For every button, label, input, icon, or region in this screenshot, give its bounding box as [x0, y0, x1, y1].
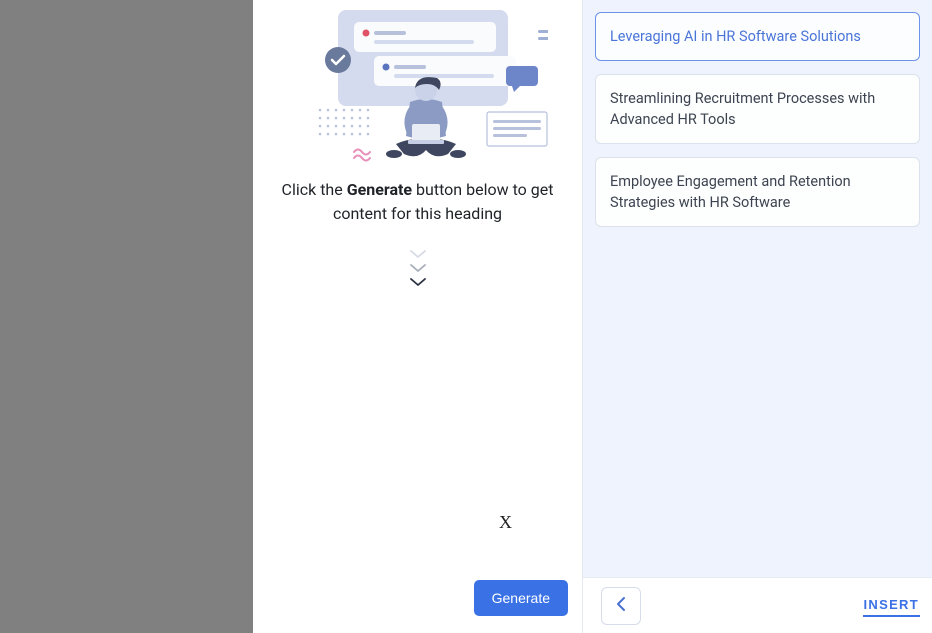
empty-state-hint: Click the Generate button below to get c…	[253, 178, 582, 226]
chevron-down-icon	[408, 248, 428, 260]
left-sidebar-shadow	[0, 0, 253, 633]
scroll-down-indicator	[408, 248, 428, 288]
topic-list: Leveraging AI in HR Software Solutions S…	[583, 0, 932, 227]
x-mark: X	[499, 512, 512, 533]
topic-label: Leveraging AI in HR Software Solutions	[610, 28, 861, 45]
hint-text-prefix: Click the	[282, 180, 347, 199]
content-editor-panel: Click the Generate button below to get c…	[253, 0, 582, 633]
chevron-down-icon	[408, 262, 428, 274]
topic-card[interactable]: Leveraging AI in HR Software Solutions	[595, 12, 920, 61]
topic-card[interactable]: Employee Engagement and Retention Strate…	[595, 157, 920, 227]
hint-text-bold: Generate	[347, 180, 412, 199]
topic-suggestions-panel: Leveraging AI in HR Software Solutions S…	[582, 0, 932, 633]
insert-button[interactable]: INSERT	[863, 594, 920, 617]
chevron-left-icon	[614, 596, 628, 615]
topic-card[interactable]: Streamlining Recruitment Processes with …	[595, 74, 920, 144]
chevron-down-icon	[408, 276, 428, 288]
generate-button[interactable]: Generate	[474, 580, 568, 616]
empty-state-illustration	[288, 4, 548, 164]
topic-label: Employee Engagement and Retention Strate…	[610, 173, 851, 211]
right-panel-footer: INSERT	[583, 577, 932, 633]
person-laptop-illustration	[288, 4, 548, 164]
topic-label: Streamlining Recruitment Processes with …	[610, 90, 875, 128]
back-button[interactable]	[601, 587, 641, 625]
